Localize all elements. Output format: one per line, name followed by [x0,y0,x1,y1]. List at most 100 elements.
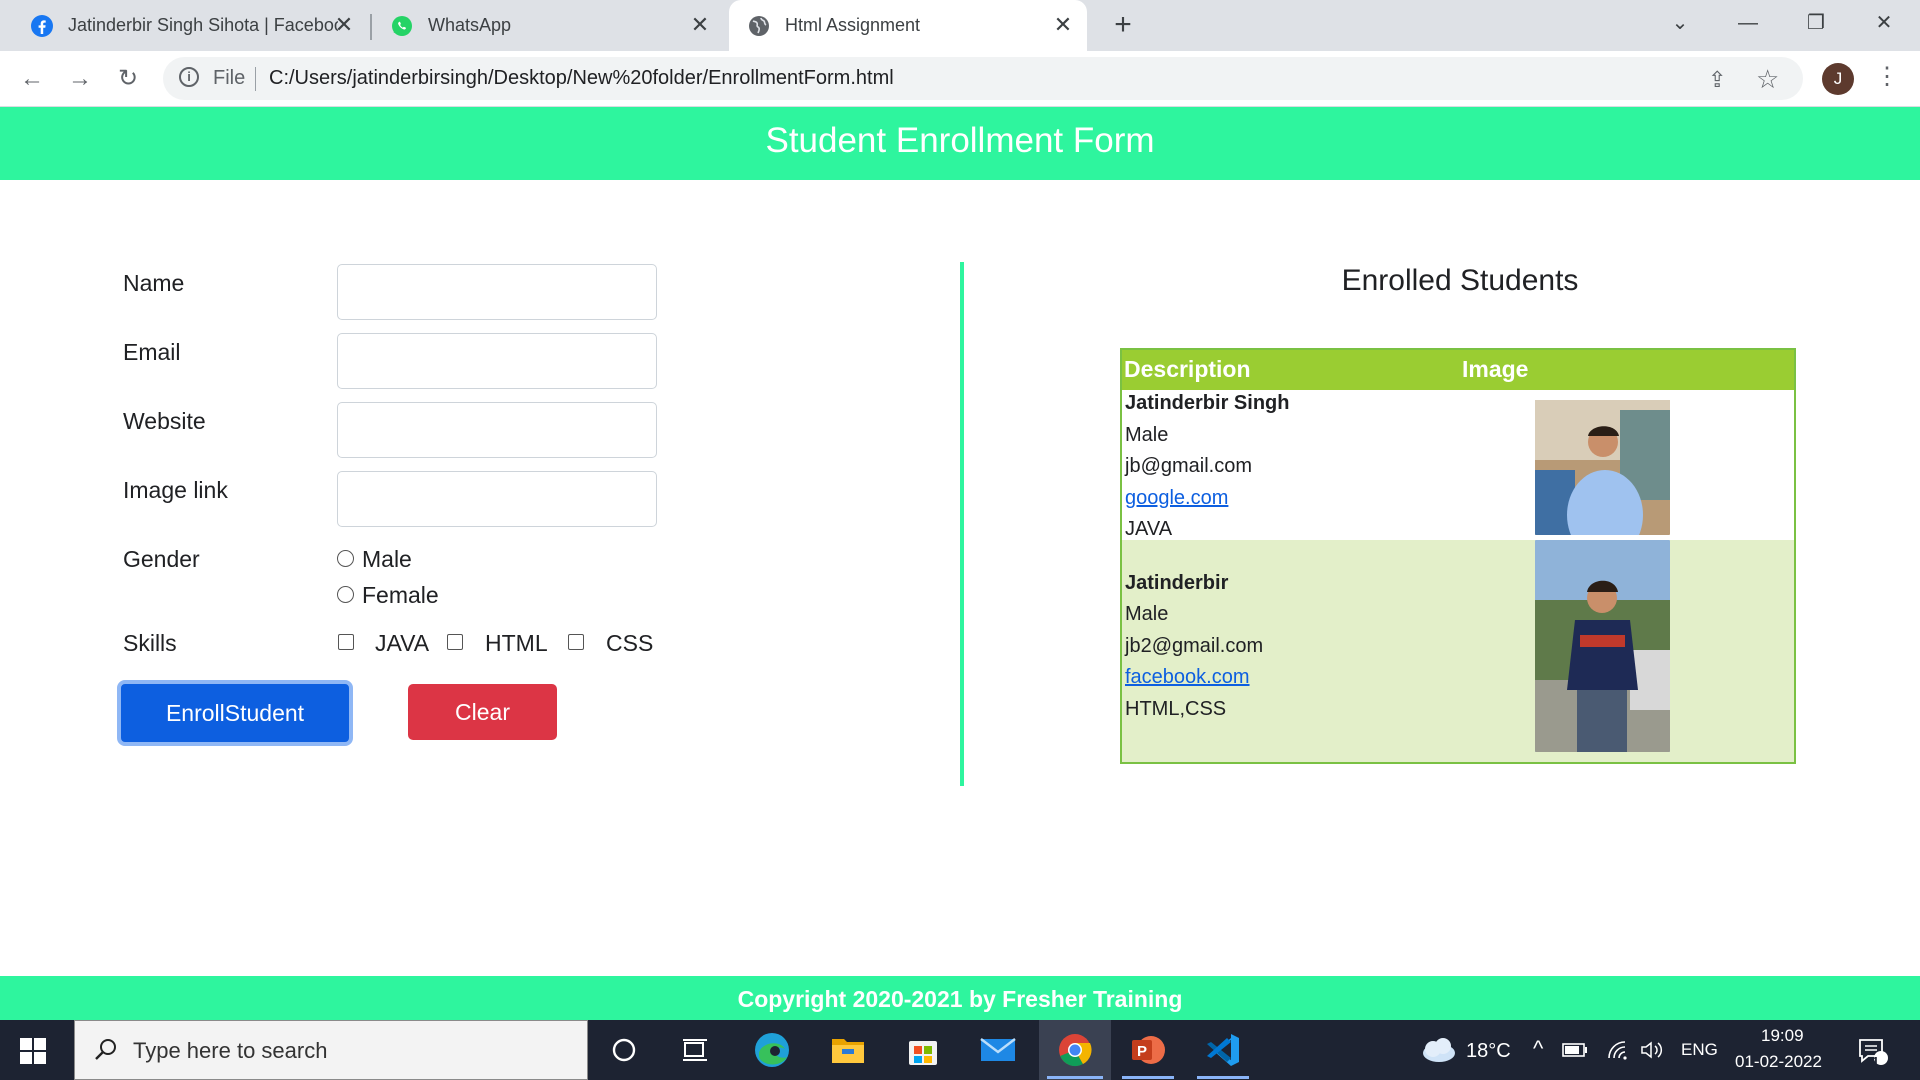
file-explorer-icon[interactable] [828,1030,868,1070]
powerpoint-icon[interactable]: P [1128,1030,1168,1070]
gender-male-radio[interactable] [337,550,354,567]
tab-title: Jatinderbir Singh Sihota | Facebook [68,15,338,35]
student-website-link[interactable]: facebook.com [1125,666,1250,689]
address-bar[interactable]: i File C:/Users/jatinderbirsingh/Desktop… [163,57,1803,100]
url-text[interactable]: C:/Users/jatinderbirsingh/Desktop/New%20… [269,67,894,90]
student-skills: HTML,CSS [1125,698,1227,720]
column-header-image: Image [1462,356,1529,382]
gender-male-label: Male [362,546,412,572]
edge-icon[interactable] [752,1030,792,1070]
volume-icon[interactable] [1637,1030,1667,1070]
tab-html-assignment[interactable]: Html Assignment ✕ [729,0,1087,51]
close-icon[interactable]: ✕ [688,13,712,37]
restore-icon[interactable]: ❐ [1796,8,1836,38]
back-arrow-icon[interactable]: ← [16,63,48,95]
globe-icon [749,15,769,36]
student-website-link[interactable]: google.com [1125,487,1228,510]
page-footer: Copyright 2020-2021 by Fresher Training [0,976,1920,1020]
website-label: Website [123,408,206,434]
skill-java-label: JAVA [375,630,430,656]
windows-start-icon[interactable] [20,1038,46,1064]
name-input[interactable] [337,264,657,320]
skills-label: Skills [123,630,177,656]
menu-dots-icon[interactable]: ⋮ [1875,61,1899,93]
close-icon[interactable]: ✕ [1051,13,1075,37]
student-gender: Male [1125,424,1169,446]
cortana-icon[interactable] [604,1030,644,1070]
minimize-icon[interactable]: — [1728,8,1768,38]
student-email: jb2@gmail.com [1125,635,1264,657]
gender-female-radio[interactable] [337,586,354,603]
image-link-input[interactable] [337,471,657,527]
chrome-icon[interactable] [1055,1030,1095,1070]
clock-time[interactable]: 19:09 [1761,1026,1804,1046]
bookmark-star-icon[interactable]: ☆ [1756,64,1779,95]
page-header: Student Enrollment Form [0,107,1920,180]
image-link-label: Image link [123,477,228,503]
enrolled-students-title: Enrolled Students [1341,264,1579,297]
tab-title: Html Assignment [785,15,921,35]
scheme-label: File [213,67,246,89]
search-placeholder: Type here to search [133,1038,328,1063]
microsoft-store-icon[interactable] [903,1030,943,1070]
student-gender: Male [1125,603,1169,625]
vertical-divider [960,262,964,786]
tray-chevron-up-icon[interactable]: ^ [1533,1036,1543,1062]
weather-cloud-icon[interactable] [1418,1030,1458,1070]
search-icon [95,1039,116,1060]
address-separator [255,67,256,91]
website-input[interactable] [337,402,657,458]
student-name: Jatinderbir [1125,572,1229,594]
tab-strip: Jatinderbir Singh Sihota | Facebook ✕ Wh… [0,0,1920,51]
chrome-running-indicator [1047,1076,1103,1079]
vscode-running-indicator [1197,1076,1249,1079]
tab-whatsapp[interactable]: WhatsApp ✕ [360,0,724,51]
tab-title: WhatsApp [428,15,512,35]
profile-avatar[interactable]: J [1822,63,1854,95]
battery-icon[interactable] [1560,1030,1590,1070]
language-indicator[interactable]: ENG [1681,1040,1718,1060]
student-name: Jatinderbir Singh [1125,392,1290,414]
skill-html-checkbox[interactable] [447,634,463,650]
reload-icon[interactable]: ↻ [112,63,144,95]
clock-date[interactable]: 01-02-2022 [1735,1052,1822,1072]
browser-toolbar: ← → ↻ i File C:/Users/jatinderbirsingh/D… [0,51,1920,107]
tab-search-chevron-icon[interactable]: ⌄ [1660,8,1700,38]
enroll-student-button[interactable]: EnrollStudent [117,680,353,746]
name-label: Name [123,270,185,296]
email-input[interactable] [337,333,657,389]
email-label: Email [123,339,181,365]
page-title: Student Enrollment Form [765,121,1155,160]
task-view-icon[interactable] [675,1030,715,1070]
weather-temperature[interactable]: 18°C [1466,1040,1511,1063]
table-row: Jatinderbir Singh Male jb@gmail.com goog… [1122,390,1794,540]
student-photo [1535,540,1670,752]
column-header-description: Description [1124,356,1251,382]
skill-css-label: CSS [606,630,654,656]
clear-button[interactable]: Clear [408,684,557,740]
forward-arrow-icon[interactable]: → [64,63,96,95]
table-header: Description Image [1122,350,1794,390]
info-icon[interactable]: i [179,67,199,87]
svg-text:P: P [1137,1043,1147,1060]
student-skills: JAVA [1125,518,1173,540]
facebook-icon [31,14,53,37]
gender-female-label: Female [362,582,439,608]
gender-label: Gender [123,546,200,572]
notification-count-badge: 1 [1872,1054,1880,1069]
share-icon[interactable]: ⇪ [1708,67,1726,93]
table-row: Jatinderbir Male jb2@gmail.com facebook.… [1122,540,1794,762]
footer-copyright: Copyright 2020-2021 by Fresher Training [737,986,1183,1012]
taskbar-search-box[interactable]: Type here to search [74,1020,588,1080]
skill-css-checkbox[interactable] [568,634,584,650]
close-icon[interactable]: ✕ [332,13,356,37]
window-close-icon[interactable]: ✕ [1864,8,1904,38]
vscode-icon[interactable] [1203,1030,1243,1070]
wifi-icon[interactable] [1604,1030,1634,1070]
new-tab-plus-icon[interactable]: + [1108,10,1138,41]
skill-java-checkbox[interactable] [338,634,354,650]
tab-facebook[interactable]: Jatinderbir Singh Sihota | Facebook ✕ [0,0,368,51]
skill-html-label: HTML [485,630,548,656]
windows-taskbar: Type here to search P 18°C ^ ENG 19:09 0… [0,1020,1920,1080]
mail-icon[interactable] [978,1030,1018,1070]
